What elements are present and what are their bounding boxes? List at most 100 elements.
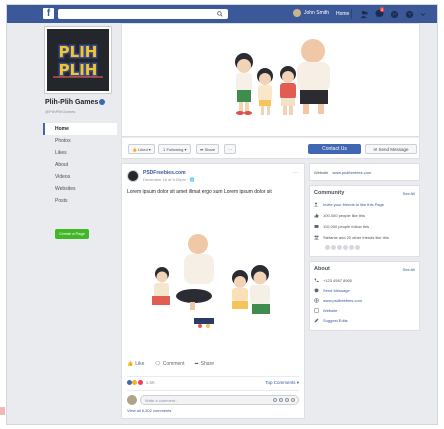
avatar — [293, 9, 301, 17]
like-button[interactable]: 👍 Like — [127, 361, 144, 367]
emoji-icon[interactable] — [273, 398, 277, 402]
about-see-all-link[interactable]: See All — [403, 267, 415, 272]
about-card: About See All +123 4567 8900 Send Messag… — [309, 261, 420, 331]
chevron-down-icon[interactable] — [420, 10, 426, 19]
verified-badge-icon — [99, 99, 106, 106]
phone-number: +123 4567 8900 — [323, 278, 353, 283]
website-card: Website www.psdfreebies.com — [309, 163, 420, 181]
category-icon — [314, 308, 319, 313]
send-message-label: Send Message — [378, 147, 409, 152]
phone-icon — [314, 278, 319, 283]
likes-count: 100,000 people like this — [323, 213, 366, 218]
more-options-button[interactable]: ··· — [224, 144, 236, 154]
reaction-count[interactable]: 1.5K — [146, 380, 155, 385]
category-link[interactable]: Website — [323, 308, 337, 313]
friend-requests-icon[interactable] — [360, 10, 369, 19]
share-label: Share — [204, 147, 216, 152]
facebook-logo-icon[interactable]: f — [43, 8, 54, 19]
send-message-link[interactable]: Send Message — [323, 288, 350, 293]
invite-friends-icon — [314, 202, 318, 207]
community-title: Community — [314, 190, 345, 196]
share-label: Share — [200, 361, 215, 367]
pencil-icon — [314, 318, 319, 323]
top-comments-dropdown[interactable]: Top Comments ▾ — [265, 380, 299, 386]
avatar[interactable] — [349, 245, 354, 250]
comment-placeholder: Write a comment... — [145, 398, 179, 403]
messages-button[interactable]: 3 — [375, 7, 385, 20]
community-see-all-link[interactable]: See All — [403, 191, 415, 196]
rss-icon: ↴ — [162, 147, 166, 152]
following-button[interactable]: ↴ Following ▾ — [158, 144, 191, 154]
comment-label: Comment — [162, 361, 185, 367]
website-link[interactable]: www.psdfreebies.com — [323, 298, 362, 303]
post-author-avatar[interactable] — [127, 170, 139, 182]
messenger-icon — [314, 288, 319, 293]
gif-icon[interactable] — [285, 398, 289, 402]
avatar[interactable] — [343, 245, 348, 250]
profile-picture[interactable]: PLIH PLIH PLIH PLIH — [45, 27, 111, 93]
share-button[interactable]: ➦ Share — [196, 144, 220, 154]
avatar[interactable] — [331, 245, 336, 250]
post-author-link[interactable]: PSDFreebies.com — [143, 170, 186, 176]
cover-illustration — [122, 24, 419, 136]
avatar[interactable] — [355, 245, 360, 250]
about-title: About — [314, 266, 330, 272]
avatar[interactable] — [337, 245, 342, 250]
nav-item-likes[interactable]: Likes — [43, 147, 117, 159]
post-timestamp[interactable]: December 16 at 6:00pm · 🌐 — [143, 177, 194, 182]
nav-item-videos[interactable]: Videos — [43, 171, 117, 183]
nav-item-home[interactable]: Home — [43, 123, 117, 135]
contact-us-button[interactable]: Contact Us — [308, 144, 361, 154]
love-reaction-icon[interactable] — [137, 380, 143, 386]
nav-item-posts[interactable]: Posts — [43, 195, 117, 207]
like-label: Like — [135, 361, 145, 367]
send-message-button[interactable]: ✉ Send Message — [365, 144, 417, 154]
website-link[interactable]: www.psdfreebies.com — [332, 170, 371, 175]
profile-link[interactable]: John Smith — [293, 9, 329, 17]
nav-item-websites[interactable]: Websites — [43, 183, 117, 195]
friends-like-text: Stefanie and 20 other friends like this — [323, 235, 389, 240]
post-actions: 👍 Like 🗨 Comment ➦ Share — [127, 361, 299, 367]
share-button[interactable]: ➦ Share — [194, 361, 214, 367]
post-image[interactable] — [122, 202, 304, 352]
plih-plih-logo: PLIH PLIH PLIH PLIH — [47, 29, 109, 91]
comment-input[interactable]: Write a comment... — [140, 395, 299, 405]
left-navigation: Home Photos Likes About Videos Websites … — [43, 123, 117, 207]
view-all-comments-link[interactable]: View all 6,302 comments — [127, 408, 171, 413]
invite-friends-link[interactable]: Invite your friends to like this Page — [323, 202, 384, 207]
search-input[interactable] — [58, 9, 228, 19]
page-action-bar: 👍 Liked ▾ ↴ Following ▾ ➦ Share ··· Cont… — [121, 137, 420, 159]
page-handle: @PlihPlihGames — [45, 109, 76, 114]
globe-notifications-icon[interactable] — [390, 10, 399, 19]
haha-reaction-icon[interactable] — [132, 380, 138, 386]
help-icon[interactable]: ? — [405, 10, 414, 19]
nav-item-photos[interactable]: Photos — [43, 135, 117, 147]
thumbs-up-icon — [314, 213, 319, 218]
post-card: PSDFreebies.com December 16 at 6:00pm · … — [121, 163, 305, 419]
sticker-icon[interactable] — [291, 398, 295, 402]
liked-label: Liked — [138, 147, 148, 152]
create-page-button[interactable]: Create a Page — [55, 229, 89, 239]
follow-icon — [314, 225, 319, 228]
cover-photo[interactable] — [121, 23, 420, 137]
like-reaction-icon[interactable] — [127, 380, 132, 386]
avatar — [127, 395, 137, 405]
camera-icon[interactable] — [279, 398, 283, 402]
share-icon: ➦ — [200, 147, 204, 152]
suggest-edits-link[interactable]: Suggest Edits — [323, 318, 348, 323]
avatar[interactable] — [325, 245, 330, 250]
comment-icon: 🗨 — [154, 361, 161, 367]
reactions-bar: 1.5K Top Comments ▾ — [127, 376, 299, 386]
page-title: Plih-Plih Games — [45, 99, 106, 106]
search-icon[interactable] — [217, 11, 223, 17]
svg-text:PLIH: PLIH — [59, 43, 98, 61]
user-name: John Smith — [304, 10, 330, 16]
nav-item-about[interactable]: About — [43, 159, 117, 171]
comment-button[interactable]: 🗨 Comment — [154, 361, 184, 367]
home-link[interactable]: Home — [336, 11, 349, 17]
post-options-icon[interactable]: ··· — [292, 170, 298, 176]
top-comments-label: Top Comments — [265, 380, 296, 385]
top-navigation-bar: f John Smith Home 3 ? — [7, 5, 437, 23]
liked-button[interactable]: 👍 Liked ▾ — [128, 144, 155, 154]
divider — [351, 9, 352, 19]
